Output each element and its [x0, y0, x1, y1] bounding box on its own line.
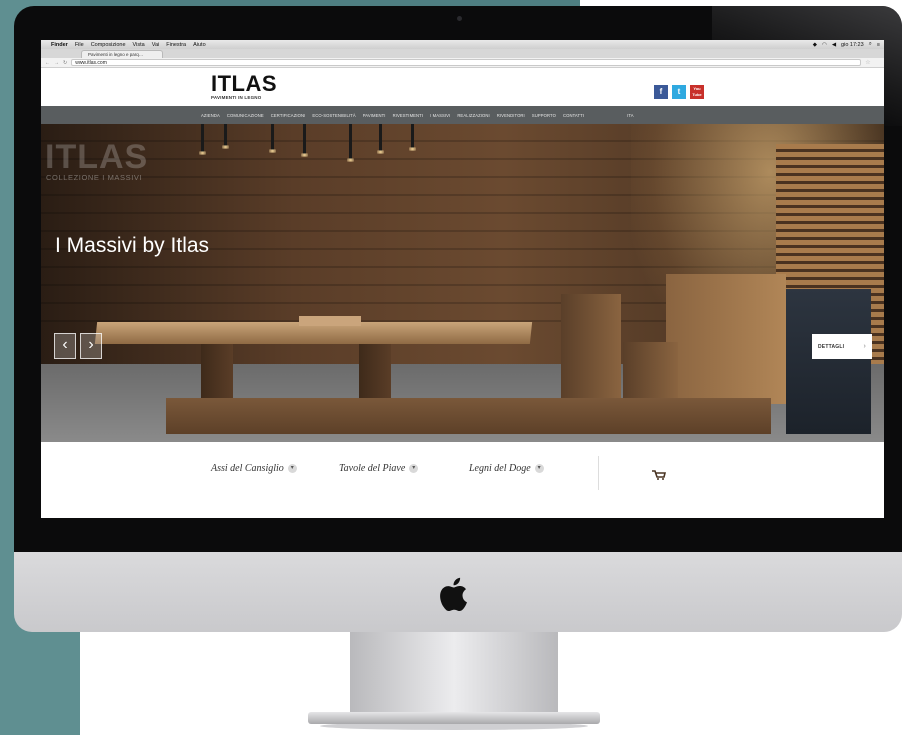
pendant-light	[377, 124, 384, 154]
stage: Finder File Composizione Vista Vai Fines…	[0, 0, 908, 735]
nav-contatti[interactable]: CONTATTI	[563, 113, 584, 118]
monitor-stand-base	[308, 712, 600, 724]
table-leg	[359, 344, 391, 400]
wood-counter	[666, 274, 786, 404]
nav-pavimenti[interactable]: PAVIMENTI	[363, 113, 386, 118]
clock[interactable]: gio 17:23	[841, 42, 864, 48]
screen: Finder File Composizione Vista Vai Fines…	[41, 40, 884, 518]
hero-watermark-title: ITLAS	[45, 138, 149, 176]
menu-file[interactable]: File	[75, 42, 84, 48]
details-button[interactable]: DETTAGLI ›	[812, 334, 872, 359]
pendant-light	[199, 124, 206, 155]
menu-finestra[interactable]: Finestra	[166, 42, 186, 48]
site-header: ITLAS PAVIMENTI IN LEGNO f t You Tube	[41, 68, 884, 106]
twitter-icon[interactable]: t	[672, 85, 686, 99]
wood-bench	[166, 398, 771, 434]
nav-rivenditori[interactable]: RIVENDITORI	[497, 113, 525, 118]
nav-certificazioni[interactable]: CERTIFICAZIONI	[271, 113, 306, 118]
browser-tabbar: Pavimenti in legno e parq…	[41, 49, 884, 58]
hero-watermark-subtitle: COLLEZIONE I MASSIVI	[46, 173, 143, 182]
site-nav: AZIENDA COMUNICAZIONE CERTIFICAZIONI ECO…	[41, 106, 884, 124]
dark-wood-panel	[786, 289, 871, 434]
details-button-label: DETTAGLI	[818, 343, 845, 350]
hero-slider: ITLAS COLLEZIONE I MASSIVI I Massivi by …	[41, 124, 884, 442]
table-leg	[201, 344, 233, 400]
table-tray	[299, 316, 361, 326]
nav-eco-sostenibilita[interactable]: ECO-SOSTENIBILITÀ	[312, 113, 355, 118]
browser-tab[interactable]: Pavimenti in legno e parq…	[81, 50, 163, 58]
spotlight-icon[interactable]: ⌕	[869, 41, 872, 48]
browser-toolbar: ← → ↻ www.itlas.com ☆	[41, 58, 884, 68]
pendant-light	[269, 124, 276, 153]
youtube-icon[interactable]: You Tube	[690, 85, 704, 99]
menu-vista[interactable]: Vista	[133, 42, 145, 48]
nav-azienda[interactable]: AZIENDA	[201, 113, 220, 118]
pendant-light	[301, 124, 308, 157]
language-selector[interactable]: ITA	[627, 113, 634, 118]
back-icon[interactable]: ←	[45, 60, 50, 66]
list-icon[interactable]: ≡	[877, 42, 880, 48]
site-logo[interactable]: ITLAS	[211, 73, 277, 95]
pendant-light	[409, 124, 416, 151]
collection-name: Assi del Cansiglio	[211, 463, 284, 474]
apple-logo-icon	[440, 577, 467, 612]
arrow-down-circle-icon: ▾	[409, 464, 419, 473]
cart-icon[interactable]	[652, 470, 666, 480]
collection-link[interactable]: Tavole del Piave ▾	[339, 463, 419, 474]
nav-supporto[interactable]: SUPPORTO	[532, 113, 556, 118]
divider	[598, 456, 599, 490]
hero-heading: I Massivi by Itlas	[55, 234, 210, 257]
nav-comunicazione[interactable]: COMUNICAZIONE	[227, 113, 264, 118]
pendant-light	[222, 124, 229, 149]
collections-strip: Assi del Cansiglio ▾ Tavole del Piave ▾ …	[41, 442, 884, 490]
social-links: f t You Tube	[654, 85, 704, 99]
menu-vai[interactable]: Vai	[152, 42, 160, 48]
menu-finder[interactable]: Finder	[51, 42, 68, 48]
arrow-down-circle-icon: ▾	[287, 464, 297, 473]
mac-menubar: Finder File Composizione Vista Vai Fines…	[41, 40, 884, 49]
site-tagline: PAVIMENTI IN LEGNO	[211, 95, 262, 100]
arrow-down-circle-icon: ▾	[534, 464, 544, 473]
wood-block	[623, 342, 678, 402]
nav-realizzazioni[interactable]: REALIZZAZIONI	[457, 113, 489, 118]
wood-block	[561, 294, 621, 402]
menu-composizione[interactable]: Composizione	[91, 42, 126, 48]
collection-name: Tavole del Piave	[339, 463, 406, 474]
collection-name: Legni del Doge	[469, 463, 531, 474]
url-bar[interactable]: www.itlas.com	[71, 59, 862, 66]
chevron-right-icon: ›	[863, 343, 866, 350]
menubar-status-area: ◆ ◠ ◀ gio 17:23 ⌕ ≡	[813, 41, 880, 48]
facebook-icon[interactable]: f	[654, 85, 668, 99]
slider-prev-button[interactable]: ‹	[54, 333, 76, 359]
collection-link[interactable]: Legni del Doge ▾	[469, 463, 544, 474]
monitor-stand-neck	[350, 632, 558, 716]
wifi-icon[interactable]: ◠	[822, 42, 827, 48]
pendant-light	[347, 124, 354, 162]
volume-icon[interactable]: ◀	[832, 42, 836, 48]
nav-i-massivi[interactable]: I MASSIVI	[430, 113, 450, 118]
bookmark-star-icon[interactable]: ☆	[865, 59, 870, 66]
reload-icon[interactable]: ↻	[63, 60, 67, 66]
dropbox-icon[interactable]: ◆	[813, 42, 817, 48]
collection-link[interactable]: Assi del Cansiglio ▾	[211, 463, 297, 474]
slider-next-button[interactable]: ›	[80, 333, 102, 359]
menu-aiuto[interactable]: Aiuto	[193, 42, 206, 48]
nav-rivestimenti[interactable]: RIVESTIMENTI	[393, 113, 424, 118]
forward-icon[interactable]: →	[54, 60, 59, 66]
camera-dot	[457, 16, 462, 21]
